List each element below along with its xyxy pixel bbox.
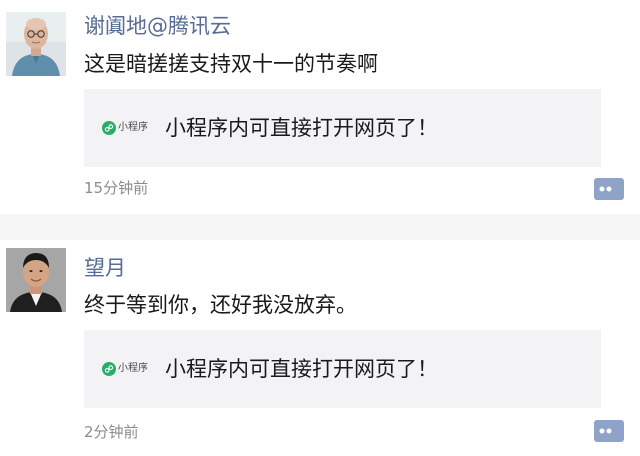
avatar[interactable] [6,248,66,312]
author-name[interactable]: 谢阗地@腾讯云 [84,12,231,40]
mini-program-icon [102,121,116,135]
post-time: 15分钟前 [84,179,149,197]
comment-icon [594,178,624,200]
post-divider [0,214,640,240]
post-text: 这是暗搓搓支持双十一的节奏啊 [84,52,378,76]
avatar[interactable] [6,12,66,76]
post-text: 终于等到你，还好我没放弃。 [84,293,357,317]
mini-program-card[interactable]: 小程序 小程序内可直接打开网页了！ [84,330,601,408]
comment-button[interactable] [594,178,624,200]
comment-button[interactable] [594,420,624,442]
moment-post: 望月 终于等到你，还好我没放弃。 小程序 小程序内可直接打开网页了！ 2分钟前 [0,240,640,456]
moment-post: 谢阗地@腾讯云 这是暗搓搓支持双十一的节奏啊 小程序 小程序内可直接打开网页了！… [0,0,640,214]
post-time: 2分钟前 [84,423,139,441]
mini-program-icon [102,362,116,376]
mini-program-badge: 小程序 [102,119,148,137]
avatar-image [6,248,66,312]
mini-program-label: 小程序 [118,363,148,374]
card-title: 小程序内可直接打开网页了！ [165,357,438,381]
mini-program-card[interactable]: 小程序 小程序内可直接打开网页了！ [84,89,601,167]
mini-program-badge: 小程序 [102,360,148,378]
card-title: 小程序内可直接打开网页了！ [165,116,438,140]
author-name[interactable]: 望月 [84,254,126,282]
comment-icon [594,420,624,442]
avatar-image [6,12,66,76]
mini-program-label: 小程序 [118,122,148,133]
